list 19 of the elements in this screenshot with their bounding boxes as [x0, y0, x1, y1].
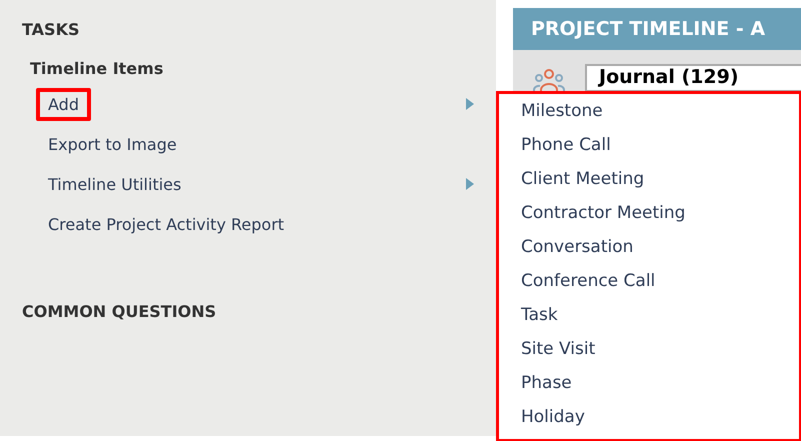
group-title: Timeline Items — [30, 59, 164, 78]
section-title: TASKS — [22, 20, 80, 39]
panel-title: PROJECT TIMELINE - A — [531, 18, 766, 40]
task-link[interactable]: Export to Image — [36, 128, 189, 160]
menu-item[interactable]: Conference Call — [521, 264, 799, 298]
menu-item[interactable]: Phase — [521, 366, 799, 400]
task-link[interactable]: Add — [36, 88, 91, 120]
menu-item[interactable]: Holiday — [521, 400, 799, 434]
task-link[interactable]: Create Project Activity Report — [36, 208, 296, 240]
menu-item[interactable]: Contractor Meeting — [521, 196, 799, 230]
menu-item[interactable]: Phone Call — [521, 128, 799, 162]
menu-item[interactable]: Site Visit — [521, 332, 799, 366]
menu-item[interactable]: Conversation — [521, 230, 799, 264]
menu-item[interactable]: Client Meeting — [521, 162, 799, 196]
menu-item[interactable]: Milestone — [521, 94, 799, 128]
section-title: COMMON QUESTIONS — [22, 302, 216, 321]
task-link[interactable]: Timeline Utilities — [36, 168, 194, 200]
menu-item[interactable]: Task — [521, 298, 799, 332]
journal-field[interactable]: Journal (129) — [585, 64, 801, 92]
